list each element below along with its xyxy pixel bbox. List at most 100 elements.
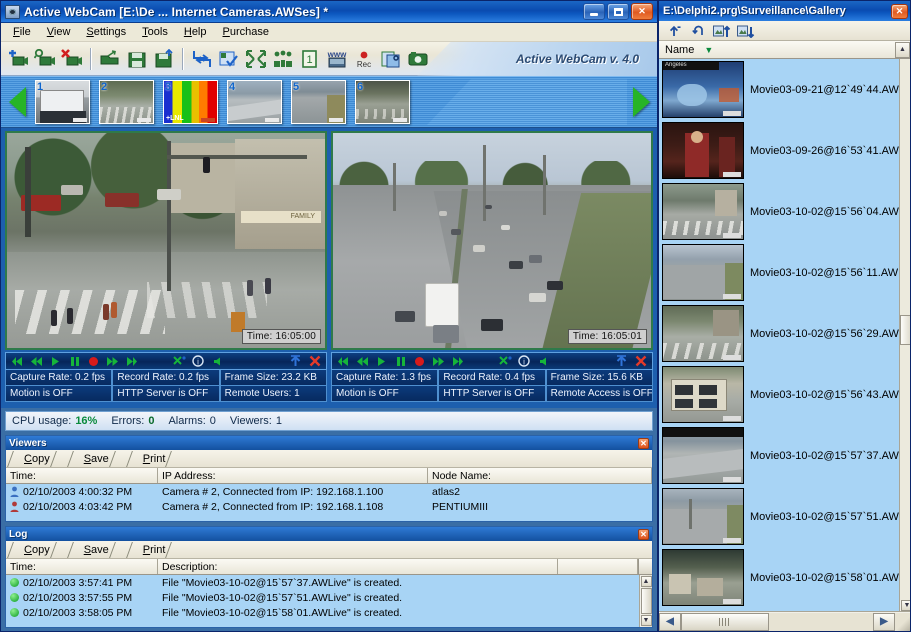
volume-icon[interactable] [535, 354, 551, 368]
gallery-icon[interactable] [378, 46, 404, 72]
log-panel-close-icon[interactable]: ✕ [638, 529, 649, 540]
gallery-thumbnail[interactable] [662, 549, 744, 606]
gallery-hscroll-right-button[interactable]: ▶ [873, 613, 895, 631]
viewers-copy-button[interactable]: Copy [6, 450, 66, 468]
gallery-horizontal-scrollbar[interactable]: ◀ ▶ [659, 611, 910, 631]
web-icon[interactable]: www [324, 46, 350, 72]
volume-icon[interactable] [209, 354, 225, 368]
fast-forward-icon[interactable] [104, 354, 120, 368]
list-item[interactable]: Movie03-10-02@15`58`01.AW [659, 547, 899, 608]
camera-properties-icon[interactable] [32, 46, 58, 72]
camera-thumb-5[interactable]: 5 [291, 80, 346, 124]
menu-file[interactable]: File [6, 24, 38, 40]
list-item[interactable]: Angeles Movie03-09-21@12`49`44.AW [659, 59, 899, 120]
close-camera-icon[interactable] [633, 354, 649, 368]
scroll-cameras-left-button[interactable] [3, 79, 31, 125]
menu-purchase[interactable]: Purchase [216, 24, 276, 40]
viewers-panel-close-icon[interactable]: ✕ [638, 438, 649, 449]
table-row[interactable]: 02/10/2003 3:57:55 PM File "Movie03-10-0… [6, 590, 639, 605]
viewers-print-button[interactable]: Print [125, 450, 182, 468]
info-icon[interactable]: i [190, 354, 206, 368]
list-item[interactable]: Movie03-10-02@15`56`04.AW [659, 181, 899, 242]
camera-thumb-6[interactable]: 6 [355, 80, 410, 124]
record-icon[interactable]: Rec [351, 46, 377, 72]
menu-help[interactable]: Help [177, 24, 214, 40]
gallery-column-header[interactable]: Name ▼ ▲ [659, 41, 910, 59]
log-print-button[interactable]: Print [125, 541, 182, 559]
minimize-button[interactable] [583, 3, 605, 20]
list-item[interactable]: Movie03-10-02@15`57`51.AW [659, 486, 899, 547]
scroll-cameras-right-button[interactable] [627, 79, 655, 125]
rewind-icon[interactable] [354, 354, 370, 368]
fast-forward-icon[interactable] [430, 354, 446, 368]
log-col-description[interactable]: Description: [158, 559, 558, 574]
pause-icon[interactable] [392, 354, 408, 368]
gallery-thumbnail[interactable] [662, 366, 744, 423]
play-icon[interactable] [47, 354, 63, 368]
gallery-scroll-thumb[interactable] [900, 315, 910, 345]
viewers-col-time[interactable]: Time: [6, 468, 158, 483]
gallery-close-button[interactable]: ✕ [891, 4, 908, 19]
camera-thumb-1[interactable]: 1 [35, 80, 90, 124]
open-session-icon[interactable] [97, 46, 123, 72]
list-item[interactable]: Movie03-10-02@15`56`11.AW [659, 242, 899, 303]
record-icon[interactable] [411, 354, 427, 368]
close-camera-icon[interactable] [307, 354, 323, 368]
camera-thumb-2[interactable]: 2 [99, 80, 154, 124]
gallery-thumbnail[interactable] [662, 244, 744, 301]
log-col-time[interactable]: Time: [6, 559, 158, 574]
delete-camera-icon[interactable] [59, 46, 85, 72]
menu-settings[interactable]: Settings [79, 24, 133, 40]
save-session-as-icon[interactable] [151, 46, 177, 72]
maximize-camera-icon[interactable] [287, 354, 303, 368]
maximize-camera-icon[interactable] [613, 354, 629, 368]
up-folder-icon[interactable] [665, 23, 683, 39]
log-scroll-thumb[interactable] [641, 588, 652, 614]
viewers-save-button[interactable]: Save [66, 450, 125, 468]
info-icon[interactable]: i [516, 354, 532, 368]
gallery-thumbnail[interactable] [662, 488, 744, 545]
gallery-scroll-up-button[interactable]: ▲ [895, 42, 910, 58]
settings-icon[interactable] [171, 354, 187, 368]
viewers-col-node[interactable]: Node Name: [428, 468, 652, 483]
viewers-icon[interactable] [270, 46, 296, 72]
camera-view-1[interactable]: FAMILY [5, 131, 327, 350]
sort-descending-icon[interactable] [737, 23, 755, 39]
gallery-hscroll-left-button[interactable]: ◀ [659, 613, 681, 631]
list-item[interactable]: Movie03-09-26@16`53`41.AW [659, 120, 899, 181]
switch-view-icon[interactable] [189, 46, 215, 72]
gallery-hscroll-thumb[interactable] [681, 613, 769, 631]
table-row[interactable]: 02/10/2003 3:58:05 PM File "Movie03-10-0… [6, 605, 639, 620]
record-icon[interactable] [85, 354, 101, 368]
menu-view[interactable]: View [40, 24, 78, 40]
gallery-resize-grip[interactable] [895, 613, 910, 631]
camera-thumb-3[interactable]: +LNL 3 [163, 80, 218, 124]
fullscreen-icon[interactable] [243, 46, 269, 72]
select-cameras-icon[interactable] [216, 46, 242, 72]
table-row[interactable]: 02/10/2003 4:03:42 PM Camera # 2, Connec… [6, 499, 652, 514]
log-vertical-scrollbar[interactable]: ▲ ▼ [639, 575, 652, 627]
skip-start-icon[interactable] [335, 354, 351, 368]
save-session-icon[interactable] [124, 46, 150, 72]
list-item[interactable]: Movie03-10-02@15`56`43.AW [659, 364, 899, 425]
play-icon[interactable] [373, 354, 389, 368]
sort-ascending-icon[interactable] [713, 23, 731, 39]
log-icon[interactable]: 1 [297, 46, 323, 72]
gallery-hscroll-track[interactable] [769, 613, 873, 631]
gallery-scroll-track[interactable] [900, 59, 910, 600]
add-camera-icon[interactable] [5, 46, 31, 72]
maximize-button[interactable] [607, 3, 629, 20]
list-item[interactable]: Movie03-10-02@15`57`37.AW [659, 425, 899, 486]
table-row[interactable]: 02/10/2003 4:00:32 PM Camera # 2, Connec… [6, 484, 652, 499]
log-list-body[interactable]: 02/10/2003 3:57:41 PM File "Movie03-10-0… [6, 575, 639, 627]
close-button[interactable]: ✕ [631, 3, 653, 20]
camera-thumb-4[interactable]: 4 [227, 80, 282, 124]
gallery-thumbnail[interactable] [662, 427, 744, 484]
log-save-button[interactable]: Save [66, 541, 125, 559]
gallery-thumbnail[interactable] [662, 122, 744, 179]
gallery-list[interactable]: Angeles Movie03-09-21@12`49`44.AW [659, 59, 910, 611]
settings-icon[interactable] [497, 354, 513, 368]
skip-start-icon[interactable] [9, 354, 25, 368]
refresh-icon[interactable] [689, 23, 707, 39]
rewind-icon[interactable] [28, 354, 44, 368]
